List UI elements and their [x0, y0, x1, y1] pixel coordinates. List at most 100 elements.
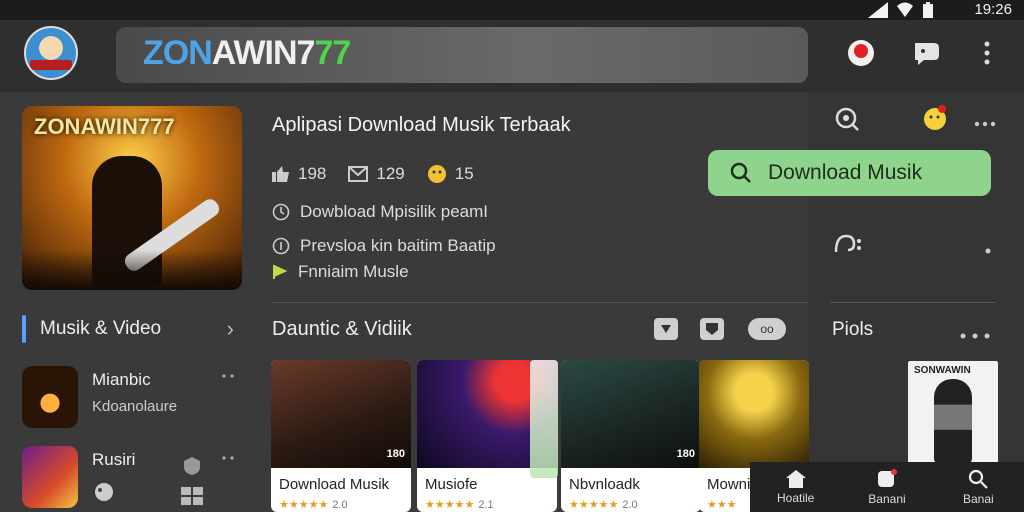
side-app-name: Rusiri	[92, 450, 136, 469]
stat-emoji: 15	[427, 164, 474, 184]
home-icon	[785, 469, 806, 488]
grid-icon	[181, 487, 203, 505]
right-more-button[interactable]	[974, 114, 996, 132]
emoji-button[interactable]	[922, 104, 948, 137]
battery-icon	[923, 2, 933, 18]
card-badge: 180	[676, 448, 695, 460]
dot-indicator-icon	[985, 241, 991, 259]
side-app-name: Mianbic	[92, 370, 151, 389]
thumbs-up-icon	[272, 166, 289, 182]
clock-icon	[272, 203, 290, 221]
section-sort-button[interactable]	[654, 318, 678, 340]
card-label: Musiofe	[425, 476, 478, 493]
lens-icon	[835, 107, 859, 131]
poster-portrait	[934, 379, 972, 463]
info-line-1-text: Dowbload Mpisilik peamI	[300, 202, 489, 221]
info-line-3-text: Fnniaim Musle	[298, 262, 409, 281]
card-rating-value: 2.1	[478, 499, 494, 511]
app-stats: 198 129 15	[272, 164, 474, 184]
card-rating-value: 2.0	[332, 499, 348, 511]
more-horiz-icon	[222, 374, 234, 378]
card-image	[699, 360, 809, 468]
info-line-2-text: Prevsloa kin baitim Baatip	[300, 236, 496, 255]
scroll-indicator[interactable]	[530, 360, 558, 478]
palette-icon	[95, 483, 113, 501]
nav-apps-label: Banani	[868, 491, 906, 506]
search-icon	[969, 469, 989, 489]
signal-icon	[868, 2, 888, 18]
nav-apps[interactable]: Banani	[841, 462, 932, 512]
brand-part3: 77	[314, 34, 351, 72]
music-card[interactable]: 180 Nbvnloadk ★★★★★ 2.0	[561, 360, 701, 512]
profile-avatar[interactable]	[24, 26, 78, 80]
category-musik-video[interactable]: Musik & Video ›	[22, 314, 242, 344]
more-menu-button[interactable]	[972, 38, 1002, 68]
info-line-2: Prevsloa kin baitim Baatip	[272, 236, 496, 256]
hero-crowd	[22, 250, 242, 290]
stat-likes: 198	[272, 164, 326, 184]
apps-icon	[877, 468, 897, 487]
side-app-icon	[22, 446, 78, 508]
right-divider	[830, 302, 996, 303]
stat-mails-value: 129	[376, 164, 405, 183]
brand-part2: AWIN7	[211, 34, 316, 72]
app-hero-image[interactable]: ZONAWIN777	[22, 106, 242, 290]
notification-button[interactable]	[846, 38, 876, 68]
card-label: Nbvnloadk	[569, 476, 640, 493]
right-section-more-button[interactable]	[960, 326, 990, 344]
more-vert-icon	[984, 41, 990, 65]
section-title: Dauntic & Vidiik	[272, 318, 412, 340]
record-icon	[848, 40, 874, 66]
nav-home-label: Hoatile	[776, 490, 815, 505]
poster-title: SONWAWIN	[914, 365, 971, 376]
download-musik-button[interactable]: Download Musik	[708, 150, 991, 196]
smiley-icon	[924, 105, 946, 130]
side-app-sub: Kdoanolaure	[92, 398, 178, 415]
brand-logo: ZONAWIN777	[143, 34, 351, 73]
wifi-icon	[897, 2, 913, 17]
avatar-badge	[30, 60, 72, 70]
app-title: Aplipasi Download Musik Terbaak	[272, 114, 571, 136]
audio-button[interactable]	[832, 232, 864, 261]
status-time: 19:26	[974, 1, 1012, 18]
card-rating: ★★★	[707, 499, 737, 511]
shield-icon	[184, 457, 200, 475]
poster-card[interactable]: SONWAWIN	[908, 361, 998, 463]
right-section-label: Piols	[832, 319, 874, 340]
side-app-item[interactable]: Mianbic Kdoanolaure	[22, 366, 262, 428]
hero-title: ZONAWIN777	[34, 114, 175, 139]
category-indicator	[22, 315, 26, 343]
more-horiz-icon	[974, 121, 996, 127]
lens-button[interactable]	[834, 106, 860, 137]
stat-emoji-value: 15	[454, 164, 474, 183]
section-toggle-button[interactable]: oo	[748, 318, 786, 340]
mail-icon	[348, 166, 369, 182]
status-icons	[868, 2, 934, 18]
info-line-1: Dowbload Mpisilik peamI	[272, 202, 488, 222]
nav-search[interactable]: Banai	[933, 462, 1024, 512]
card-rating: ★★★★★ 2.0	[569, 499, 638, 511]
download-musik-label: Download Musik	[768, 161, 923, 184]
section-filter-button[interactable]	[700, 318, 724, 340]
card-rating: ★★★★★ 2.0	[279, 499, 348, 511]
status-bar: 19:26	[0, 0, 1024, 20]
card-badge: 180	[386, 448, 405, 460]
audio-icon	[834, 234, 861, 253]
bottom-nav: Hoatile Banani Banai	[750, 462, 1024, 512]
music-card[interactable]: 180 Download Musik ★★★★★ 2.0	[271, 360, 411, 512]
stat-likes-value: 198	[298, 164, 327, 183]
chevron-right-icon: ›	[226, 316, 234, 341]
more-horiz-icon	[960, 333, 990, 339]
info-icon	[272, 237, 290, 255]
chat-icon	[915, 43, 939, 65]
side-app-item[interactable]: Rusiri	[22, 446, 262, 508]
flag-icon	[273, 265, 288, 279]
brand-part1: ZON	[143, 34, 213, 72]
card-rating-value: 2.0	[622, 499, 638, 511]
chevron-down-icon	[661, 325, 671, 333]
card-rating: ★★★★★ 2.1	[425, 499, 494, 511]
nav-home[interactable]: Hoatile	[750, 462, 841, 512]
tag-icon	[706, 323, 718, 335]
chat-button[interactable]	[912, 38, 942, 68]
nav-search-label: Banai	[962, 491, 994, 506]
